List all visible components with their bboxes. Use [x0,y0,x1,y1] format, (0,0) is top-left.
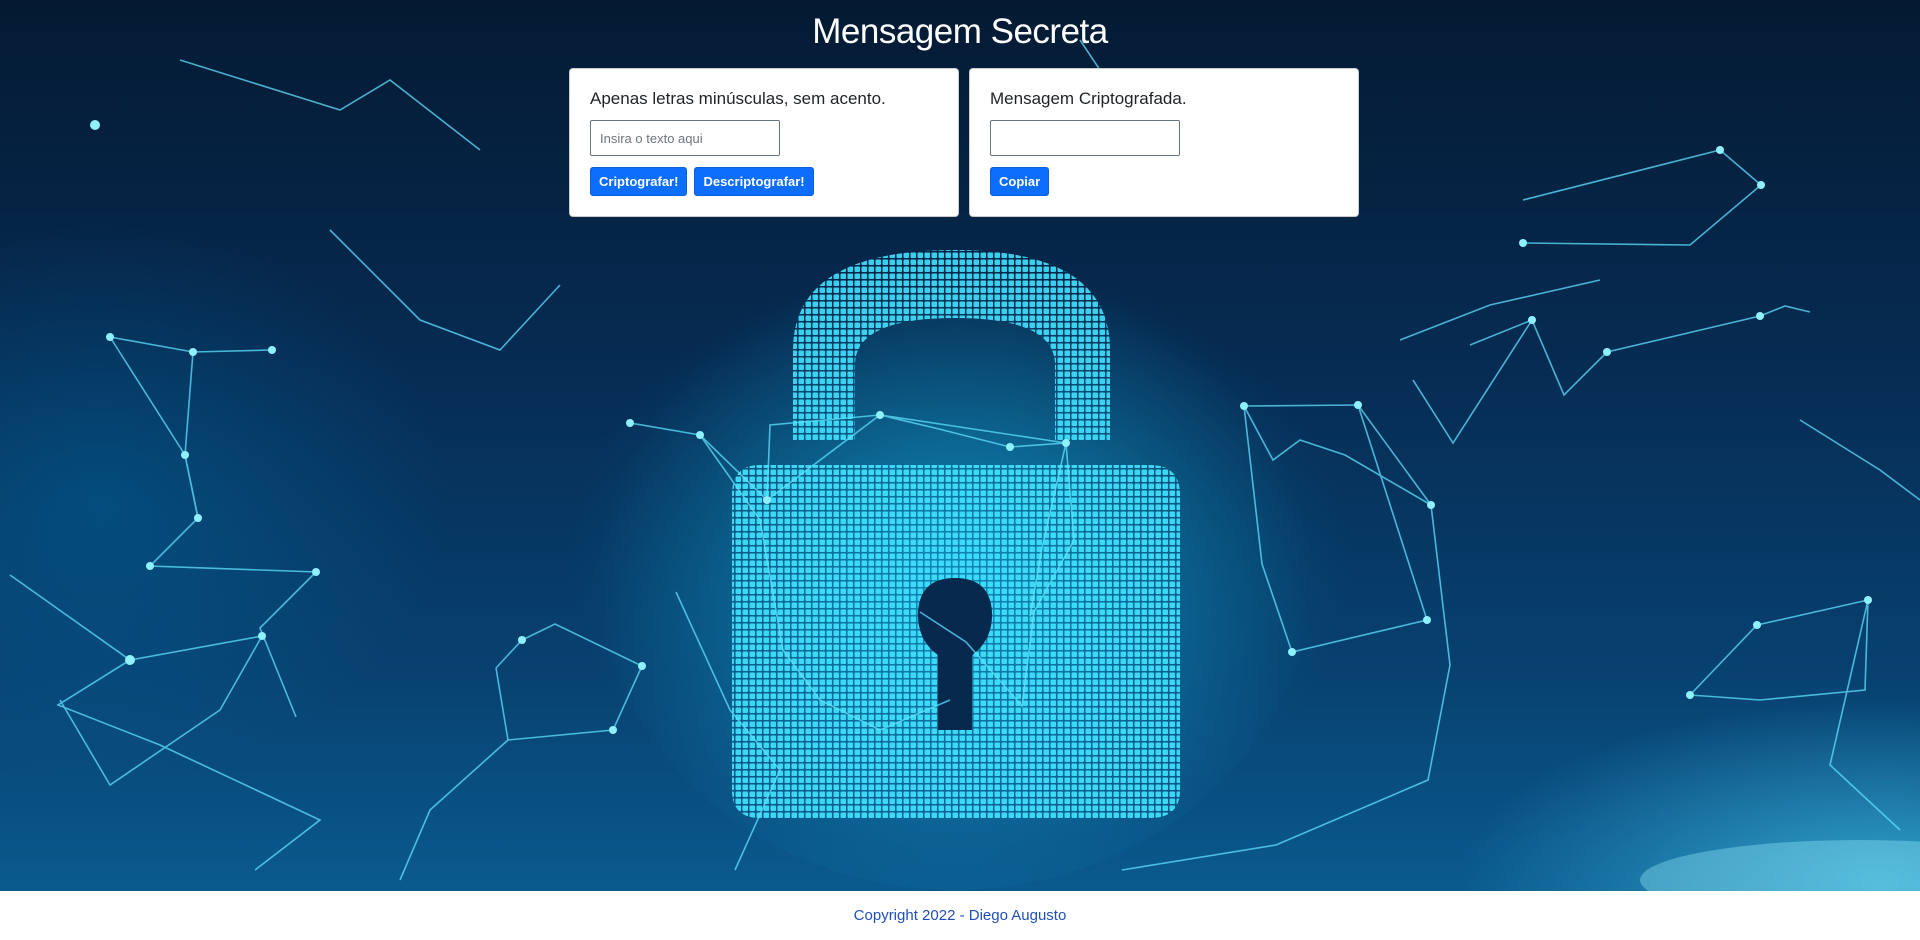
copy-button[interactable]: Copiar [990,167,1050,196]
copy-button-row: Copiar [990,167,1338,196]
encrypt-instructions-label: Apenas letras minúsculas, sem acento. [590,89,886,108]
encrypted-message-label: Mensagem Criptografada. [990,89,1187,108]
encrypted-output-field[interactable] [990,120,1180,156]
decrypt-button[interactable]: Descriptografar! [694,167,814,196]
plain-text-input[interactable] [590,120,780,156]
page-title: Mensagem Secreta [812,12,1108,51]
encrypt-button-row: Criptografar! Descriptografar! [590,167,938,196]
footer: Copyright 2022 - Diego Augusto [0,891,1920,940]
encrypt-button[interactable]: Criptografar! [590,167,688,196]
network-padlock-illustration [9,39,1920,891]
encrypt-card: Apenas letras minúsculas, sem acento. Cr… [569,68,959,217]
copyright-text: Copyright 2022 - Diego Augusto [853,907,1067,924]
hero-background [0,0,1920,891]
result-card: Mensagem Criptografada. Copiar [969,68,1359,217]
